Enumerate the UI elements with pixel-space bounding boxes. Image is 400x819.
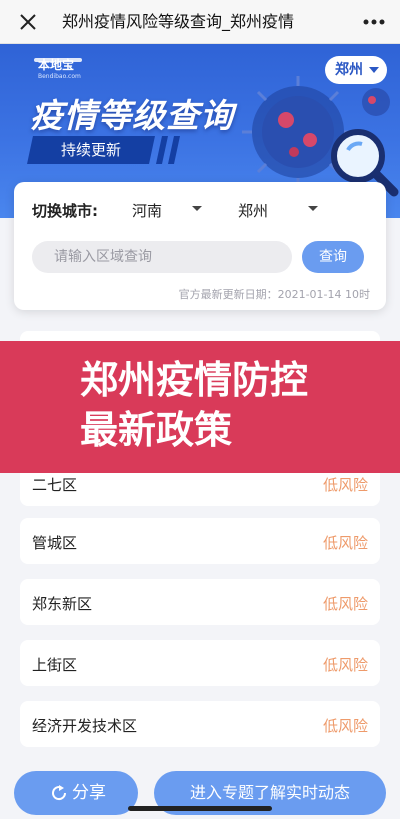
district-name: 经济开发技术区 xyxy=(32,717,138,735)
district-name: 管城区 xyxy=(32,534,78,552)
district-name: 二七区 xyxy=(32,476,78,494)
risk-level: 低风险 xyxy=(322,717,368,735)
logo-subtext: Bendibao.com xyxy=(38,73,81,80)
city-selector[interactable]: 郑州 xyxy=(325,56,387,84)
more-icon[interactable] xyxy=(360,12,388,32)
share-icon xyxy=(52,785,67,801)
share-button[interactable]: 分享 xyxy=(14,771,138,815)
city-select[interactable]: 郑州 xyxy=(238,200,268,221)
home-indicator xyxy=(128,806,272,811)
list-item[interactable]: 上街区 低风险 xyxy=(20,640,380,686)
share-button-label: 分享 xyxy=(72,783,106,803)
search-card: 切换城市: 河南 郑州 查询 官方最新更新日期：2021-01-14 10时 xyxy=(14,182,386,310)
update-tag: 持续更新 xyxy=(27,136,155,164)
province-caret-icon[interactable] xyxy=(192,206,202,211)
update-date: 官方最新更新日期：2021-01-14 10时 xyxy=(178,288,370,301)
city-selector-label: 郑州 xyxy=(335,62,363,78)
risk-level: 低风险 xyxy=(322,476,368,494)
query-button[interactable]: 查询 xyxy=(302,241,364,273)
caret-down-icon xyxy=(369,67,379,73)
city-caret-icon[interactable] xyxy=(308,206,318,211)
stripes-decoration xyxy=(156,136,180,164)
nav-bar: 郑州疫情风险等级查询_郑州疫情 xyxy=(0,0,400,44)
risk-level: 低风险 xyxy=(322,534,368,552)
close-icon[interactable] xyxy=(16,10,40,34)
switch-city-label: 切换城市: xyxy=(32,202,98,220)
district-name: 郑东新区 xyxy=(32,595,93,613)
district-name: 上街区 xyxy=(32,656,78,674)
overlay-title: 郑州疫情防控最新政策 xyxy=(80,358,309,452)
page-title: 郑州疫情风险等级查询_郑州疫情 xyxy=(62,12,295,31)
logo-text: 本地宝 xyxy=(38,58,75,72)
promo-overlay: 郑州疫情防控最新政策 xyxy=(0,341,400,473)
list-item[interactable]: 经济开发技术区 低风险 xyxy=(20,701,380,747)
risk-level: 低风险 xyxy=(322,656,368,674)
list-item[interactable]: 管城区 低风险 xyxy=(20,518,380,564)
region-search-input[interactable] xyxy=(32,241,292,273)
update-tag-label: 持续更新 xyxy=(60,141,121,159)
list-item[interactable]: 郑东新区 低风险 xyxy=(20,579,380,625)
province-select[interactable]: 河南 xyxy=(132,200,162,221)
risk-level: 低风险 xyxy=(322,595,368,613)
banner-heading: 疫情等级查询 xyxy=(30,96,234,135)
